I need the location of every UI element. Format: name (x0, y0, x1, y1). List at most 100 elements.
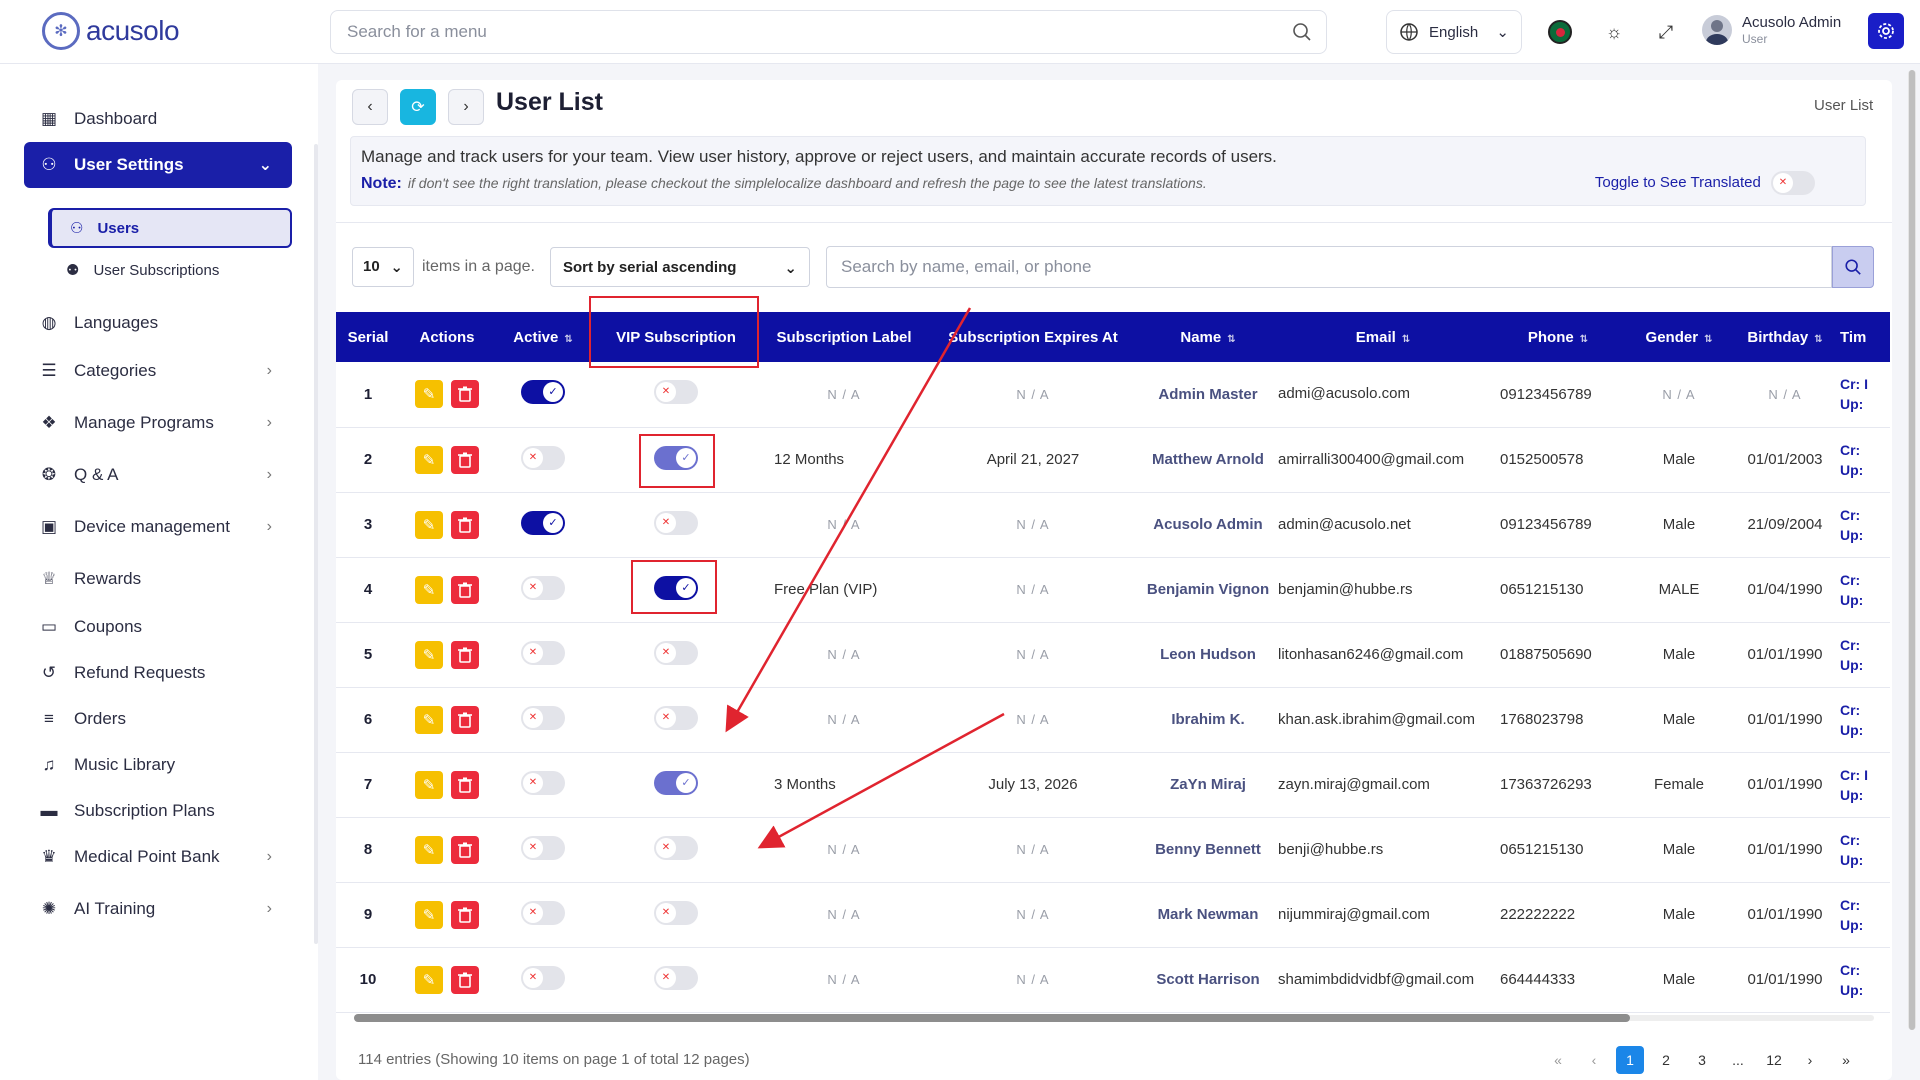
delete-button[interactable] (451, 510, 479, 539)
active-toggle[interactable] (521, 640, 565, 665)
column-header-email[interactable]: Email ⇅ (1278, 312, 1488, 362)
menu-search-input[interactable] (331, 11, 1227, 53)
page-button[interactable]: 1 (1616, 1046, 1644, 1074)
column-header-label: Subscription Label (776, 328, 912, 346)
vip-subscription-toggle[interactable] (654, 380, 698, 405)
delete-button[interactable] (451, 380, 479, 409)
page-button[interactable]: 12 (1760, 1046, 1788, 1074)
column-header-name[interactable]: Name ⇅ (1138, 312, 1278, 362)
fullscreen-icon[interactable]: ⤢ (1654, 20, 1678, 44)
delete-button[interactable] (451, 965, 479, 994)
delete-button[interactable] (451, 770, 479, 799)
table-search-input[interactable] (827, 247, 1831, 287)
vip-subscription-toggle[interactable] (654, 835, 698, 860)
delete-button[interactable] (451, 445, 479, 474)
page-size-select[interactable]: 10 ⌄ (352, 247, 414, 287)
sort-icon[interactable]: ⇅ (1704, 334, 1712, 345)
sidebar-item-user-settings[interactable]: ⚇ User Settings ⌄ (24, 142, 292, 188)
edit-button[interactable]: ✎ (415, 510, 443, 539)
sidebar-item-subscription-plans[interactable]: ▬ Subscription Plans (24, 788, 292, 834)
vip-subscription-toggle[interactable] (654, 640, 698, 665)
edit-button[interactable]: ✎ (415, 835, 443, 864)
edit-button[interactable]: ✎ (415, 380, 443, 409)
active-toggle[interactable] (521, 705, 565, 730)
sort-icon[interactable]: ⇅ (1402, 334, 1410, 345)
delete-button[interactable] (451, 900, 479, 929)
vip-subscription-toggle[interactable] (654, 705, 698, 730)
breadcrumb[interactable]: User List (1814, 97, 1873, 114)
active-toggle[interactable] (521, 445, 565, 470)
column-header-birthday[interactable]: Birthday ⇅ (1730, 312, 1840, 362)
sidebar-item-manage-programs[interactable]: ❖ Manage Programs › (24, 400, 292, 446)
back-button[interactable]: ‹ (352, 89, 388, 125)
sort-select[interactable]: Sort by serial ascending ⌄ (550, 247, 810, 287)
sidebar-item-dashboard[interactable]: ▦ Dashboard (24, 96, 292, 142)
sidebar-item-languages[interactable]: ◍ Languages (24, 300, 292, 346)
sort-icon[interactable]: ⇅ (1227, 334, 1235, 345)
search-icon[interactable] (1292, 22, 1312, 42)
active-toggle[interactable] (521, 835, 565, 860)
theme-toggle-icon[interactable]: ☼ (1602, 20, 1626, 44)
sort-icon[interactable]: ⇅ (1814, 334, 1822, 345)
edit-button[interactable]: ✎ (415, 965, 443, 994)
edit-button[interactable]: ✎ (415, 705, 443, 734)
forward-button[interactable]: › (448, 89, 484, 125)
sidebar-item-device-management[interactable]: ▣ Device management › (24, 504, 292, 550)
active-toggle[interactable] (521, 770, 565, 795)
language-selector[interactable]: English ⌄ (1386, 10, 1522, 54)
delete-button[interactable] (451, 575, 479, 604)
active-toggle[interactable] (521, 380, 565, 405)
sidebar-scrollbar[interactable] (314, 144, 318, 944)
column-header-phone[interactable]: Phone ⇅ (1488, 312, 1628, 362)
sidebar-item-q-a[interactable]: ❂ Q & A › (24, 452, 292, 498)
translation-toggle[interactable] (1771, 171, 1815, 195)
scroll-thumb[interactable] (354, 1014, 1630, 1022)
vip-subscription-toggle[interactable] (654, 900, 698, 925)
sidebar-item-orders[interactable]: ≡ Orders (24, 696, 292, 742)
column-header-gender[interactable]: Gender ⇅ (1628, 312, 1730, 362)
active-toggle[interactable] (521, 575, 565, 600)
sort-icon[interactable]: ⇅ (1580, 334, 1588, 345)
refresh-button[interactable]: ⟳ (400, 89, 436, 125)
scroll-thumb[interactable] (1909, 70, 1915, 1030)
edit-button[interactable]: ✎ (415, 770, 443, 799)
user-menu[interactable]: Acusolo Admin User (1702, 14, 1841, 46)
edit-button[interactable]: ✎ (415, 575, 443, 604)
delete-button[interactable] (451, 640, 479, 669)
sidebar-item-rewards[interactable]: ♕ Rewards (24, 556, 292, 602)
edit-button[interactable]: ✎ (415, 445, 443, 474)
vip-subscription-toggle[interactable] (654, 965, 698, 990)
sidebar-item-music-library[interactable]: ♫ Music Library (24, 742, 292, 788)
vip-subscription-toggle[interactable] (654, 510, 698, 535)
next-page-button[interactable]: › (1796, 1046, 1824, 1074)
search-button[interactable] (1832, 246, 1874, 288)
edit-button[interactable]: ✎ (415, 640, 443, 669)
vertical-scrollbar[interactable] (1908, 70, 1916, 1030)
delete-button[interactable] (451, 835, 479, 864)
prev-page-button[interactable]: ‹ (1580, 1046, 1608, 1074)
sidebar-subitem-users[interactable]: ⚇ Users (48, 208, 292, 248)
active-toggle[interactable] (521, 510, 565, 535)
vip-subscription-toggle[interactable] (654, 770, 698, 795)
sidebar-item-categories[interactable]: ☰ Categories › (24, 348, 292, 394)
sidebar-item-refund-requests[interactable]: ↺ Refund Requests (24, 650, 292, 696)
sidebar-item-coupons[interactable]: ▭ Coupons (24, 604, 292, 650)
brand-logo[interactable]: ✻ acusolo (42, 12, 180, 50)
settings-button[interactable] (1868, 13, 1904, 49)
flag-icon[interactable] (1548, 20, 1572, 44)
active-toggle[interactable] (521, 900, 565, 925)
edit-button[interactable]: ✎ (415, 900, 443, 929)
first-page-button[interactable]: « (1544, 1046, 1572, 1074)
horizontal-scrollbar[interactable] (340, 1013, 1888, 1023)
sidebar-subitem-user-subscriptions[interactable]: ⚉ User Subscriptions (48, 250, 292, 290)
sort-icon[interactable]: ⇅ (564, 334, 572, 345)
delete-button[interactable] (451, 705, 479, 734)
sidebar-item-medical-point-bank[interactable]: ♛ Medical Point Bank › (24, 834, 292, 880)
page-button[interactable]: 3 (1688, 1046, 1716, 1074)
last-page-button[interactable]: » (1832, 1046, 1860, 1074)
email-cell: benji@hubbe.rs (1278, 840, 1384, 858)
column-header-active[interactable]: Active ⇅ (494, 312, 592, 362)
active-toggle[interactable] (521, 965, 565, 990)
sidebar-item-ai-training[interactable]: ✺ AI Training › (24, 886, 292, 932)
page-button[interactable]: 2 (1652, 1046, 1680, 1074)
